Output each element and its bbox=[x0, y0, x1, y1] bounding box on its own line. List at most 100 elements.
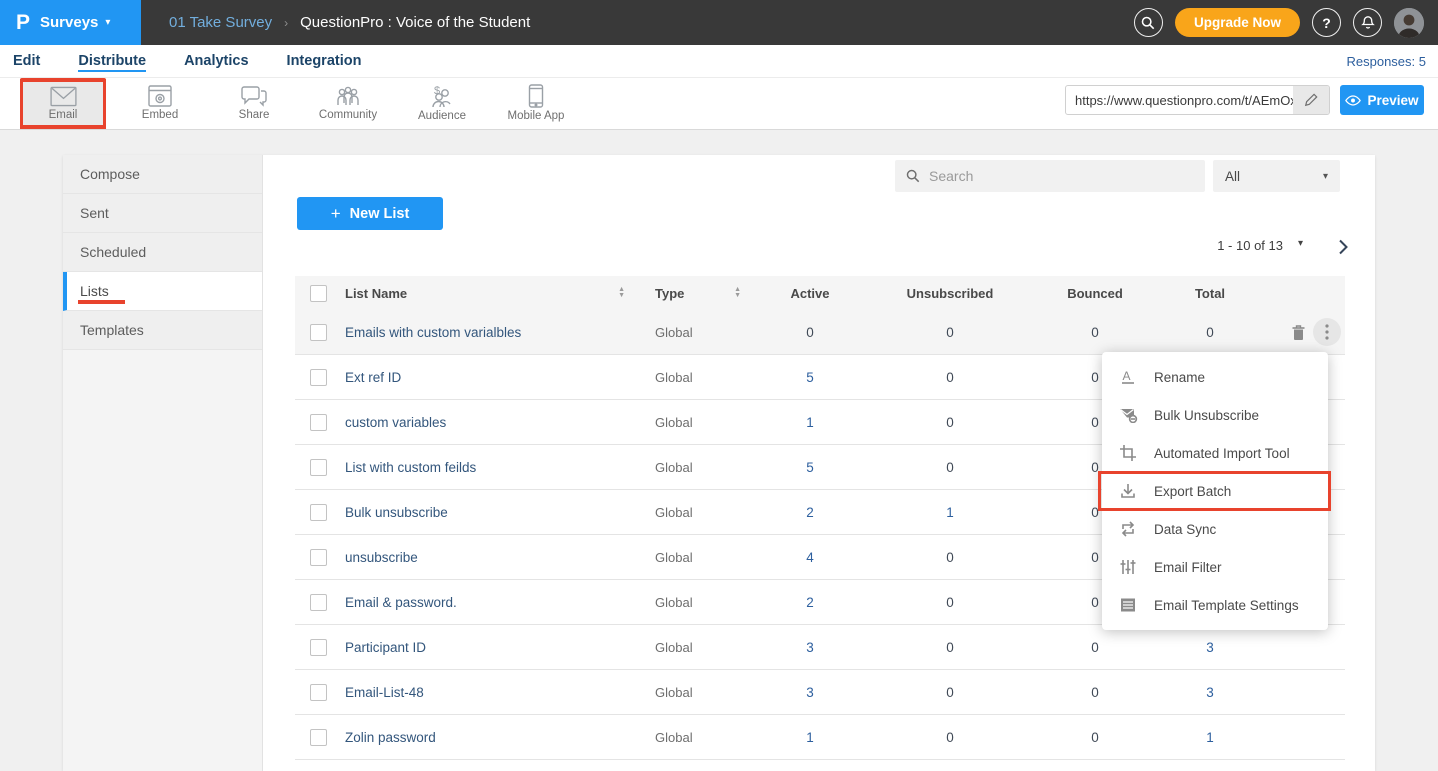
search-button[interactable] bbox=[1134, 8, 1163, 37]
unsubscribed-count[interactable]: 0 bbox=[865, 595, 1035, 610]
active-count[interactable]: 5 bbox=[755, 460, 865, 475]
menu-item-rename[interactable]: A Rename bbox=[1102, 358, 1328, 396]
row-checkbox[interactable] bbox=[310, 639, 327, 656]
row-checkbox[interactable] bbox=[310, 504, 327, 521]
sort-icon[interactable]: ▲▼ bbox=[734, 287, 741, 299]
bounced-count[interactable]: 0 bbox=[1035, 685, 1155, 700]
col-header-total[interactable]: Total bbox=[1155, 286, 1265, 301]
select-all-checkbox[interactable] bbox=[310, 285, 327, 302]
tab-analytics[interactable]: Analytics bbox=[184, 45, 248, 77]
user-avatar[interactable] bbox=[1394, 8, 1424, 38]
tab-distribute[interactable]: Distribute bbox=[78, 45, 146, 77]
active-count[interactable]: 2 bbox=[755, 505, 865, 520]
row-checkbox[interactable] bbox=[310, 549, 327, 566]
new-list-button[interactable]: + New List bbox=[297, 197, 443, 230]
pagination-range[interactable]: 1 - 10 of 13 bbox=[1217, 238, 1283, 253]
list-name-link[interactable]: Emails with custom varialbles bbox=[345, 325, 521, 340]
col-header-unsubscribed[interactable]: Unsubscribed bbox=[865, 286, 1035, 301]
active-count[interactable]: 0 bbox=[755, 325, 865, 340]
total-count[interactable]: 3 bbox=[1155, 640, 1265, 655]
total-count[interactable]: 1 bbox=[1155, 730, 1265, 745]
toolbar-item-audience[interactable]: $ Audience bbox=[402, 78, 482, 128]
unsubscribed-count[interactable]: 0 bbox=[865, 415, 1035, 430]
list-name-link[interactable]: Email-List-48 bbox=[345, 685, 424, 700]
sidebar-item-compose[interactable]: Compose bbox=[63, 155, 262, 194]
unsubscribed-count[interactable]: 1 bbox=[865, 505, 1035, 520]
help-button[interactable]: ? bbox=[1312, 8, 1341, 37]
tab-edit[interactable]: Edit bbox=[13, 45, 40, 77]
toolbar-item-community[interactable]: Community bbox=[308, 78, 388, 128]
row-checkbox[interactable] bbox=[310, 594, 327, 611]
pagination-caret-icon[interactable]: ▾ bbox=[1298, 238, 1303, 249]
menu-item-export-batch[interactable]: Export Batch bbox=[1102, 472, 1328, 510]
row-checkbox[interactable] bbox=[310, 459, 327, 476]
preview-button[interactable]: Preview bbox=[1340, 85, 1424, 115]
menu-item-bulk-unsubscribe[interactable]: Bulk Unsubscribe bbox=[1102, 396, 1328, 434]
sidebar-item-scheduled[interactable]: Scheduled bbox=[63, 233, 262, 272]
menu-item-automated-import-tool[interactable]: Automated Import Tool bbox=[1102, 434, 1328, 472]
product-switcher[interactable]: P Surveys ▾ bbox=[0, 0, 141, 45]
total-count[interactable]: 0 bbox=[1155, 325, 1265, 340]
col-header-type[interactable]: Type bbox=[655, 286, 684, 301]
row-checkbox[interactable] bbox=[310, 414, 327, 431]
list-filter-dropdown[interactable]: All ▾ bbox=[1213, 160, 1340, 192]
list-name-link[interactable]: Bulk unsubscribe bbox=[345, 505, 448, 520]
tab-integration[interactable]: Integration bbox=[287, 45, 362, 77]
row-checkbox[interactable] bbox=[310, 369, 327, 386]
active-count[interactable]: 3 bbox=[755, 640, 865, 655]
search-input[interactable] bbox=[929, 168, 1179, 184]
active-count[interactable]: 1 bbox=[755, 730, 865, 745]
next-page-button[interactable] bbox=[1331, 235, 1355, 259]
list-name-link[interactable]: List with custom feilds bbox=[345, 460, 476, 475]
row-menu-button[interactable] bbox=[1313, 318, 1341, 346]
unsubscribed-count[interactable]: 0 bbox=[865, 370, 1035, 385]
notifications-button[interactable] bbox=[1353, 8, 1382, 37]
col-header-active[interactable]: Active bbox=[755, 286, 865, 301]
edit-url-button[interactable] bbox=[1293, 86, 1329, 114]
unsubscribed-count[interactable]: 0 bbox=[865, 730, 1035, 745]
col-header-list-name[interactable]: List Name bbox=[345, 286, 407, 301]
list-name-link[interactable]: Zolin password bbox=[345, 730, 436, 745]
active-count[interactable]: 5 bbox=[755, 370, 865, 385]
active-count[interactable]: 2 bbox=[755, 595, 865, 610]
list-name-link[interactable]: Ext ref ID bbox=[345, 370, 401, 385]
sidebar-item-sent[interactable]: Sent bbox=[63, 194, 262, 233]
toolbar-item-embed[interactable]: Embed bbox=[120, 78, 200, 128]
unsubscribed-count[interactable]: 0 bbox=[865, 685, 1035, 700]
survey-url-field[interactable]: https://www.questionpro.com/t/AEmOx2 bbox=[1065, 85, 1330, 115]
survey-url-text[interactable]: https://www.questionpro.com/t/AEmOx2 bbox=[1066, 93, 1293, 108]
sidebar-item-lists[interactable]: Lists bbox=[63, 272, 262, 311]
unsubscribed-count[interactable]: 0 bbox=[865, 460, 1035, 475]
unsubscribed-count[interactable]: 0 bbox=[865, 550, 1035, 565]
delete-list-button[interactable] bbox=[1291, 324, 1306, 341]
toolbar-item-share[interactable]: Share bbox=[214, 78, 294, 128]
upgrade-now-button[interactable]: Upgrade Now bbox=[1175, 8, 1300, 37]
list-name-link[interactable]: Email & password. bbox=[345, 595, 457, 610]
toolbar-item-email[interactable]: Email bbox=[20, 78, 106, 128]
row-checkbox[interactable] bbox=[310, 729, 327, 746]
list-name-link[interactable]: Participant ID bbox=[345, 640, 426, 655]
toolbar-item-mobile-app[interactable]: Mobile App bbox=[496, 78, 576, 128]
menu-item-data-sync[interactable]: Data Sync bbox=[1102, 510, 1328, 548]
row-checkbox[interactable] bbox=[310, 684, 327, 701]
menu-item-email-template-settings[interactable]: Email Template Settings bbox=[1102, 586, 1328, 624]
active-count[interactable]: 1 bbox=[755, 415, 865, 430]
sort-icon[interactable]: ▲▼ bbox=[618, 287, 625, 299]
sidebar-item-templates[interactable]: Templates bbox=[63, 311, 262, 350]
col-header-bounced[interactable]: Bounced bbox=[1035, 286, 1155, 301]
row-checkbox[interactable] bbox=[310, 324, 327, 341]
breadcrumb-survey-link[interactable]: 01 Take Survey bbox=[169, 14, 272, 31]
active-count[interactable]: 4 bbox=[755, 550, 865, 565]
unsubscribed-count[interactable]: 0 bbox=[865, 640, 1035, 655]
list-name-link[interactable]: custom variables bbox=[345, 415, 446, 430]
list-name-link[interactable]: unsubscribe bbox=[345, 550, 418, 565]
total-count[interactable]: 3 bbox=[1155, 685, 1265, 700]
bounced-count[interactable]: 0 bbox=[1035, 730, 1155, 745]
active-count[interactable]: 3 bbox=[755, 685, 865, 700]
menu-item-email-filter[interactable]: Email Filter bbox=[1102, 548, 1328, 586]
bounced-count[interactable]: 0 bbox=[1035, 640, 1155, 655]
responses-count[interactable]: Responses: 5 bbox=[1347, 54, 1438, 69]
list-search[interactable] bbox=[895, 160, 1205, 192]
bounced-count[interactable]: 0 bbox=[1035, 325, 1155, 340]
unsubscribed-count[interactable]: 0 bbox=[865, 325, 1035, 340]
